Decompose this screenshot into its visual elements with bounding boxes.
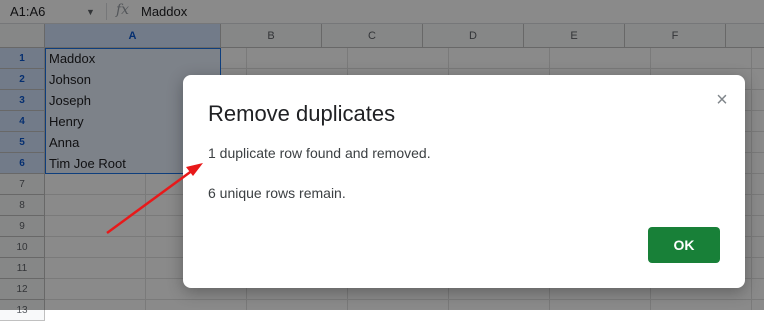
arrow-shaft bbox=[106, 168, 194, 235]
red-pointer-arrow-icon bbox=[106, 163, 203, 235]
